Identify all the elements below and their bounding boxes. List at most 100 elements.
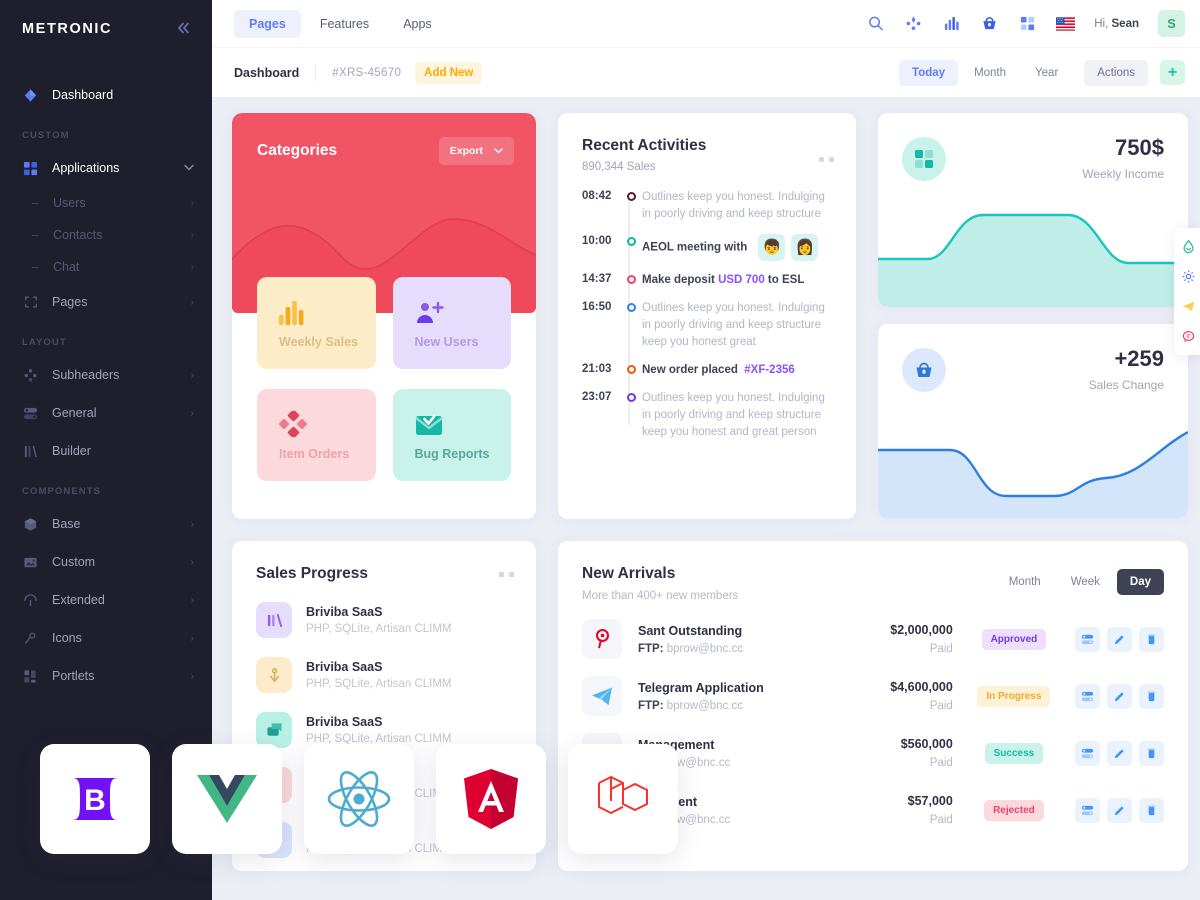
nodes-icon bbox=[22, 367, 39, 384]
sidebar-item-applications[interactable]: Applications bbox=[0, 149, 212, 187]
activity-time: 16:50 bbox=[582, 301, 612, 313]
delete-icon[interactable] bbox=[1139, 683, 1164, 709]
list-item[interactable]: Briviba SaaS PHP, SQLite, Artisan CLIMM bbox=[256, 602, 514, 638]
tile-label: Bug Reports bbox=[414, 447, 490, 461]
box-icon bbox=[22, 516, 39, 533]
sales-progress-title: Sales Progress bbox=[256, 565, 369, 582]
dash-icon: – bbox=[32, 228, 39, 242]
tile-bug-reports[interactable]: Bug Reports bbox=[392, 389, 511, 481]
range-year[interactable]: Year bbox=[1022, 60, 1071, 86]
table-row: Telegram Application FTP: bprow@bnc.cc $… bbox=[582, 676, 1164, 716]
chevron-right-icon: › bbox=[190, 261, 194, 273]
amount-status: Paid bbox=[929, 700, 953, 712]
send-icon[interactable] bbox=[1174, 293, 1200, 320]
sidebar-item-custom[interactable]: Custom › bbox=[0, 543, 212, 581]
range-month[interactable]: Month bbox=[961, 60, 1019, 86]
search-icon[interactable] bbox=[866, 14, 885, 33]
tile-weekly-sales[interactable]: Weekly Sales bbox=[257, 277, 376, 369]
delete-icon[interactable] bbox=[1139, 626, 1164, 652]
scatter-icon[interactable] bbox=[904, 14, 923, 33]
tab-features[interactable]: Features bbox=[305, 10, 384, 38]
chevron-right-icon: › bbox=[190, 407, 194, 419]
card-menu-icon[interactable] bbox=[819, 157, 834, 162]
settings-toggle-icon[interactable] bbox=[1075, 683, 1100, 709]
basket-icon[interactable] bbox=[980, 14, 999, 33]
flag-us-icon[interactable] bbox=[1056, 14, 1076, 33]
recent-activities-subtitle: 890,344 Sales bbox=[582, 161, 656, 173]
edit-icon[interactable] bbox=[1107, 626, 1132, 652]
weekly-income-card: 750$ Weekly Income bbox=[878, 113, 1188, 307]
edit-icon[interactable] bbox=[1107, 740, 1132, 766]
dash-icon: – bbox=[32, 260, 39, 274]
laravel-logo[interactable] bbox=[568, 744, 678, 854]
row-actions bbox=[1075, 740, 1164, 766]
tab-pages[interactable]: Pages bbox=[234, 9, 301, 38]
tab-week[interactable]: Week bbox=[1058, 569, 1113, 595]
export-button[interactable]: Export bbox=[438, 137, 514, 165]
avatar[interactable]: S bbox=[1158, 10, 1185, 37]
pinterest-icon bbox=[582, 619, 622, 659]
activity-text-row: AEOL meeting with 👦 👩 bbox=[642, 234, 834, 261]
activity-item: 08:42 Outlines keep you honest. Indulgin… bbox=[582, 189, 834, 223]
row-info: Sant Outstanding FTP: bprow@bnc.cc bbox=[638, 624, 840, 655]
list-item[interactable]: Briviba SaaS PHP, SQLite, Artisan CLIMM bbox=[256, 657, 514, 693]
add-new-button[interactable]: Add New bbox=[415, 61, 483, 84]
card-menu-icon[interactable] bbox=[499, 572, 514, 577]
edit-icon[interactable] bbox=[1107, 797, 1132, 823]
sidebar-item-extended[interactable]: Extended › bbox=[0, 581, 212, 619]
row-info: Telegram Application FTP: bprow@bnc.cc bbox=[638, 681, 840, 712]
tile-item-orders[interactable]: Item Orders bbox=[257, 389, 376, 481]
row-amount: $560,000 Paid bbox=[840, 737, 953, 769]
delete-icon[interactable] bbox=[1139, 797, 1164, 823]
react-logo[interactable] bbox=[304, 744, 414, 854]
activity-time: 10:00 bbox=[582, 235, 612, 247]
sidebar-item-builder[interactable]: Builder bbox=[0, 432, 212, 470]
settings-toggle-icon[interactable] bbox=[1075, 626, 1100, 652]
vue-logo[interactable] bbox=[172, 744, 282, 854]
sidebar-item-base[interactable]: Base › bbox=[0, 505, 212, 543]
item-name: Briviba SaaS bbox=[306, 605, 383, 619]
edit-icon[interactable] bbox=[1107, 683, 1132, 709]
stat-values: 750$ Weekly Income bbox=[1082, 137, 1164, 182]
gear-icon[interactable] bbox=[1174, 263, 1200, 290]
chevron-right-icon: › bbox=[190, 632, 194, 644]
sidebar-item-pages[interactable]: Pages › bbox=[0, 283, 212, 321]
sidebar-item-general[interactable]: General › bbox=[0, 394, 212, 432]
delete-icon[interactable] bbox=[1139, 740, 1164, 766]
tab-apps[interactable]: Apps bbox=[388, 10, 447, 38]
sidebar-item-contacts[interactable]: – Contacts › bbox=[0, 219, 212, 251]
range-today[interactable]: Today bbox=[899, 59, 959, 86]
activity-accent[interactable]: #XF-2356 bbox=[744, 364, 795, 376]
sidebar-item-chat[interactable]: – Chat › bbox=[0, 251, 212, 283]
weekly-income-sparkline bbox=[878, 213, 1188, 307]
tab-day[interactable]: Day bbox=[1116, 569, 1164, 595]
tab-month[interactable]: Month bbox=[996, 569, 1054, 595]
actions-button[interactable]: Actions bbox=[1084, 59, 1148, 86]
settings-toggle-icon[interactable] bbox=[1075, 797, 1100, 823]
user-greeting: Hi, Sean bbox=[1094, 18, 1139, 30]
list-item[interactable]: Briviba SaaS PHP, SQLite, Artisan CLIMM bbox=[256, 712, 514, 748]
sidebar-item-users[interactable]: – Users › bbox=[0, 187, 212, 219]
droplet-icon[interactable] bbox=[1174, 233, 1200, 260]
sidebar-item-icons[interactable]: Icons › bbox=[0, 619, 212, 657]
top-actions: Hi, Sean S bbox=[866, 10, 1185, 37]
new-arrivals-subtitle: More than 400+ new members bbox=[582, 590, 739, 602]
sub-header: Dashboard #XRS-45670 Add New Today Month… bbox=[212, 47, 1200, 97]
list-item-text: Briviba SaaS PHP, SQLite, Artisan CLIMM bbox=[306, 605, 452, 635]
recent-activities-card: Recent Activities 890,344 Sales 08:42 Ou… bbox=[558, 113, 856, 519]
bar-chart-icon[interactable] bbox=[942, 14, 961, 33]
plus-icon[interactable]: + bbox=[1160, 60, 1185, 85]
top-nav: Pages Features Apps bbox=[234, 9, 447, 38]
grid-icon[interactable] bbox=[1018, 14, 1037, 33]
sidebar-item-dashboard[interactable]: Dashboard bbox=[0, 76, 212, 114]
sidebar-item-subheaders[interactable]: Subheaders › bbox=[0, 356, 212, 394]
settings-toggle-icon[interactable] bbox=[1075, 740, 1100, 766]
sidebar-collapse-icon[interactable] bbox=[176, 21, 192, 38]
sidebar-item-portlets[interactable]: Portlets › bbox=[0, 657, 212, 695]
chat-bubble-icon[interactable] bbox=[1174, 323, 1200, 350]
tile-new-users[interactable]: New Users bbox=[392, 277, 511, 369]
angular-logo[interactable] bbox=[436, 744, 546, 854]
new-arrivals-header: New Arrivals More than 400+ new members … bbox=[582, 565, 1164, 602]
activity-accent[interactable]: USD 700 bbox=[718, 274, 765, 286]
bootstrap-logo[interactable]: B bbox=[40, 744, 150, 854]
